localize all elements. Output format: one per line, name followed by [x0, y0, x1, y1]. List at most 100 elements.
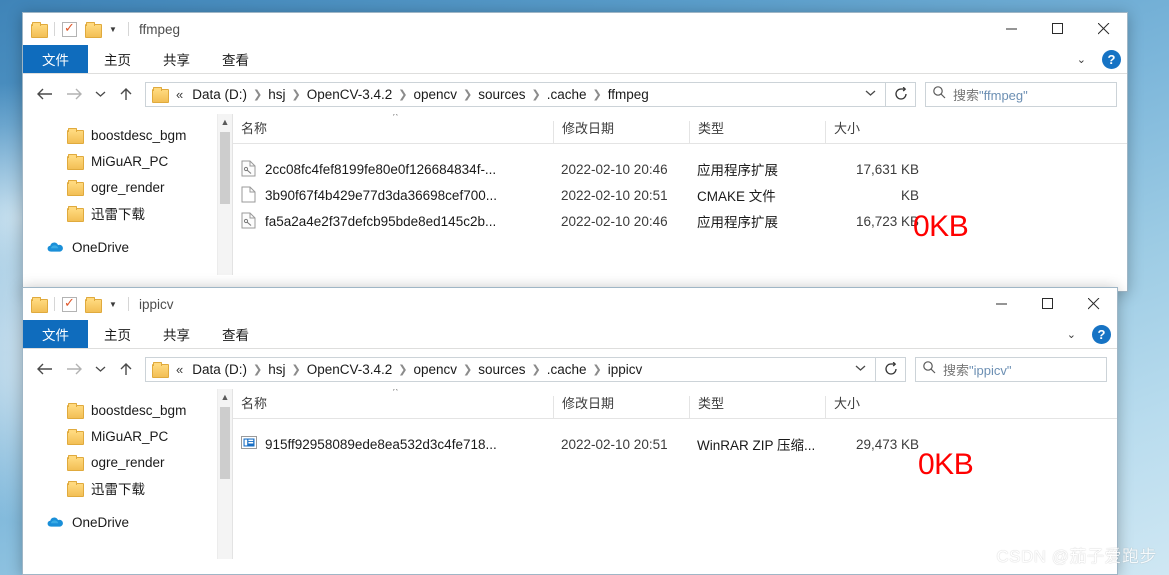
breadcrumb-sep[interactable]: ❯ — [290, 88, 301, 101]
breadcrumb-sep[interactable]: ❯ — [531, 88, 542, 101]
breadcrumb-sep[interactable]: ❯ — [252, 88, 263, 101]
sidebar-item-miguar-pc[interactable]: MiGuAR_PC — [23, 148, 232, 174]
breadcrumb-sep[interactable]: ❯ — [397, 363, 408, 376]
sidebar-scrollbar[interactable]: ▲ — [217, 114, 232, 275]
back-arrow-icon[interactable] — [29, 78, 59, 110]
maximize-icon[interactable] — [1025, 288, 1071, 320]
chevron-up-icon[interactable]: ⌄ — [1071, 53, 1092, 66]
table-row[interactable]: 3b90f67f4b429e77d3da36698cef700... 2022-… — [233, 182, 1127, 208]
tab-home[interactable]: 主页 — [88, 320, 147, 348]
folder-icon[interactable] — [31, 22, 48, 38]
window2-quick-access-toolbar[interactable]: ▼ — [23, 295, 136, 313]
breadcrumb-overflow-icon[interactable]: « — [170, 87, 187, 102]
breadcrumb-item-6[interactable]: ippicv — [603, 362, 648, 377]
properties-checkbox-icon[interactable] — [62, 295, 77, 312]
column-header-date[interactable]: 修改日期 — [553, 396, 689, 418]
recent-locations-chevron-down-icon[interactable] — [89, 78, 111, 110]
forward-arrow-icon[interactable] — [59, 353, 89, 385]
sidebar-scrollbar[interactable]: ▲ — [217, 389, 232, 559]
folder-icon[interactable] — [31, 297, 48, 313]
breadcrumb-sep[interactable]: ❯ — [397, 88, 408, 101]
tab-file[interactable]: 文件 — [23, 45, 88, 73]
window1-file-list[interactable]: ^ 名称 修改日期 类型 大小 2cc08fc4fef8199fe80e0f12… — [233, 114, 1127, 275]
recent-locations-chevron-down-icon[interactable] — [89, 353, 111, 385]
column-header-type[interactable]: 类型 — [689, 396, 825, 418]
tab-file[interactable]: 文件 — [23, 320, 88, 348]
window1-sidebar[interactable]: boostdesc_bgm MiGuAR_PC ogre_render 迅雷下载 — [23, 114, 233, 275]
sidebar-item-boostdesc[interactable]: boostdesc_bgm — [23, 122, 232, 148]
window2-controls[interactable] — [979, 288, 1117, 320]
refresh-icon[interactable] — [886, 81, 916, 107]
new-folder-icon[interactable] — [85, 22, 102, 38]
breadcrumb-item-3[interactable]: opencv — [408, 87, 462, 102]
back-arrow-icon[interactable] — [29, 353, 59, 385]
window1-search-input[interactable]: 搜索"ffmpeg" — [925, 81, 1117, 107]
sidebar-item-onedrive[interactable]: OneDrive — [23, 234, 232, 260]
help-icon[interactable]: ? — [1102, 50, 1121, 69]
breadcrumb-sep[interactable]: ❯ — [592, 88, 603, 101]
forward-arrow-icon[interactable] — [59, 78, 89, 110]
sidebar-item-miguar-pc[interactable]: MiGuAR_PC — [23, 423, 232, 449]
tab-share[interactable]: 共享 — [147, 45, 206, 73]
window1-column-headers[interactable]: ^ 名称 修改日期 类型 大小 — [233, 114, 1127, 144]
window1-address-bar[interactable]: « Data (D:) ❯ hsj ❯ OpenCV-3.4.2 ❯ openc… — [145, 81, 886, 107]
up-arrow-icon[interactable] — [111, 78, 141, 110]
new-folder-icon[interactable] — [85, 297, 102, 313]
sidebar-item-xunlei-download[interactable]: 迅雷下载 — [23, 200, 232, 226]
address-chevron-down-icon[interactable] — [859, 88, 881, 100]
window2-ribbon-tabs[interactable]: 文件 主页 共享 查看 ⌄ ? — [23, 320, 1117, 349]
chevron-down-icon[interactable]: ▼ — [105, 25, 121, 34]
sidebar-item-ogre-render[interactable]: ogre_render — [23, 174, 232, 200]
chevron-up-icon[interactable]: ▲ — [218, 114, 232, 129]
column-header-size[interactable]: 大小 — [825, 121, 929, 143]
help-icon[interactable]: ? — [1092, 325, 1111, 344]
column-header-name[interactable]: ^ 名称 — [233, 389, 553, 418]
breadcrumb-item-3[interactable]: opencv — [408, 362, 462, 377]
window1-quick-access-toolbar[interactable]: ▼ — [23, 20, 136, 38]
up-arrow-icon[interactable] — [111, 353, 141, 385]
sidebar-item-onedrive[interactable]: OneDrive — [23, 509, 232, 535]
sidebar-item-xunlei-download[interactable]: 迅雷下载 — [23, 475, 232, 501]
properties-checkbox-icon[interactable] — [62, 20, 77, 37]
chevron-up-icon[interactable]: ⌄ — [1061, 328, 1082, 341]
file-name-cell[interactable]: 915ff92958089ede8ea532d3c4fe718... — [233, 435, 553, 453]
breadcrumb-item-2[interactable]: OpenCV-3.4.2 — [302, 87, 398, 102]
table-row[interactable]: fa5a2a4e2f37defcb95bde8ed145c2b... 2022-… — [233, 208, 1127, 234]
window2-file-list[interactable]: ^ 名称 修改日期 类型 大小 915ff92958089ede8ea532d3… — [233, 389, 1117, 559]
window2-navigation-bar[interactable]: « Data (D:) ❯ hsj ❯ OpenCV-3.4.2 ❯ openc… — [23, 349, 1117, 389]
breadcrumb-sep[interactable]: ❯ — [462, 363, 473, 376]
window1-breadcrumb[interactable]: « Data (D:) ❯ hsj ❯ OpenCV-3.4.2 ❯ openc… — [170, 87, 859, 102]
breadcrumb-item-2[interactable]: OpenCV-3.4.2 — [302, 362, 398, 377]
column-header-size[interactable]: 大小 — [825, 396, 929, 418]
file-name-cell[interactable]: 2cc08fc4fef8199fe80e0f126684834f-... — [233, 160, 553, 178]
minimize-icon[interactable] — [979, 288, 1025, 320]
refresh-icon[interactable] — [876, 356, 906, 382]
tab-view[interactable]: 查看 — [206, 320, 265, 348]
table-row[interactable]: 915ff92958089ede8ea532d3c4fe718... 2022-… — [233, 431, 1117, 457]
explorer-window-ippicv[interactable]: ▼ ippicv 文件 主页 共享 查看 ⌄ — [22, 287, 1118, 575]
table-row[interactable]: 2cc08fc4fef8199fe80e0f126684834f-... 202… — [233, 156, 1127, 182]
breadcrumb-item-4[interactable]: sources — [473, 362, 530, 377]
breadcrumb-sep[interactable]: ❯ — [462, 88, 473, 101]
column-header-type[interactable]: 类型 — [689, 121, 825, 143]
scrollbar-thumb[interactable] — [220, 407, 230, 479]
address-chevron-down-icon[interactable] — [849, 363, 871, 375]
window1-navigation-bar[interactable]: « Data (D:) ❯ hsj ❯ OpenCV-3.4.2 ❯ openc… — [23, 74, 1127, 114]
window2-sidebar[interactable]: boostdesc_bgm MiGuAR_PC ogre_render 迅雷下载 — [23, 389, 233, 559]
breadcrumb-item-5[interactable]: .cache — [542, 87, 592, 102]
window2-titlebar[interactable]: ▼ ippicv — [23, 288, 1117, 320]
close-icon[interactable] — [1071, 288, 1117, 320]
file-name-cell[interactable]: 3b90f67f4b429e77d3da36698cef700... — [233, 186, 553, 204]
window2-address-bar[interactable]: « Data (D:) ❯ hsj ❯ OpenCV-3.4.2 ❯ openc… — [145, 356, 876, 382]
tab-view[interactable]: 查看 — [206, 45, 265, 73]
breadcrumb-item-4[interactable]: sources — [473, 87, 530, 102]
column-header-date[interactable]: 修改日期 — [553, 121, 689, 143]
window1-titlebar[interactable]: ▼ ffmpeg — [23, 13, 1127, 45]
breadcrumb-item-5[interactable]: .cache — [542, 362, 592, 377]
tab-share[interactable]: 共享 — [147, 320, 206, 348]
breadcrumb-item-1[interactable]: hsj — [263, 87, 290, 102]
window1-ribbon-tabs[interactable]: 文件 主页 共享 查看 ⌄ ? — [23, 45, 1127, 74]
breadcrumb-sep[interactable]: ❯ — [592, 363, 603, 376]
chevron-up-icon[interactable]: ▲ — [218, 389, 232, 404]
explorer-window-ffmpeg[interactable]: ▼ ffmpeg 文件 主页 共享 查看 ⌄ — [22, 12, 1128, 292]
